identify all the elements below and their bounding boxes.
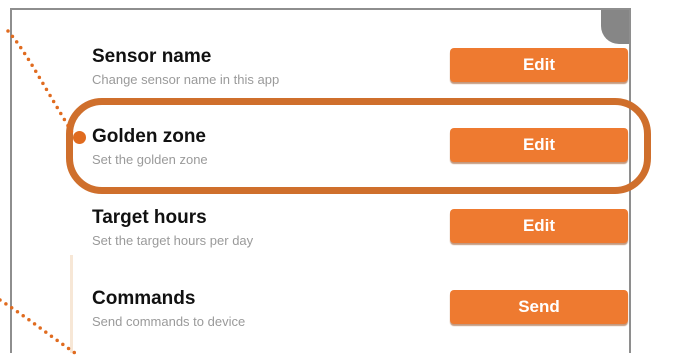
target-hours-edit-button[interactable]: Edit <box>450 209 628 243</box>
golden-zone-subtitle: Set the golden zone <box>92 152 208 167</box>
target-hours-row: Target hours Set the target hours per da… <box>92 207 628 261</box>
target-hours-title: Target hours <box>92 207 207 228</box>
commands-title: Commands <box>92 288 196 309</box>
golden-zone-row: Golden zone Set the golden zone Edit <box>92 126 628 180</box>
golden-zone-edit-button[interactable]: Edit <box>450 128 628 162</box>
commands-row: Commands Send commands to device Send <box>92 288 628 342</box>
app-settings-panel: Sensor name Change sensor name in this a… <box>10 8 631 353</box>
golden-zone-title: Golden zone <box>92 126 206 147</box>
sensor-name-subtitle: Change sensor name in this app <box>92 72 280 87</box>
sensor-name-edit-button[interactable]: Edit <box>450 48 628 82</box>
left-panel-edge <box>70 255 73 353</box>
top-right-shadow <box>601 10 629 44</box>
commands-subtitle: Send commands to device <box>92 314 246 329</box>
sensor-name-row: Sensor name Change sensor name in this a… <box>92 46 628 100</box>
callout-dot-icon <box>73 131 86 144</box>
target-hours-subtitle: Set the target hours per day <box>92 233 254 248</box>
sensor-name-title: Sensor name <box>92 46 212 67</box>
tutorial-screenshot: Sensor name Change sensor name in this a… <box>0 0 683 355</box>
commands-send-button[interactable]: Send <box>450 290 628 324</box>
